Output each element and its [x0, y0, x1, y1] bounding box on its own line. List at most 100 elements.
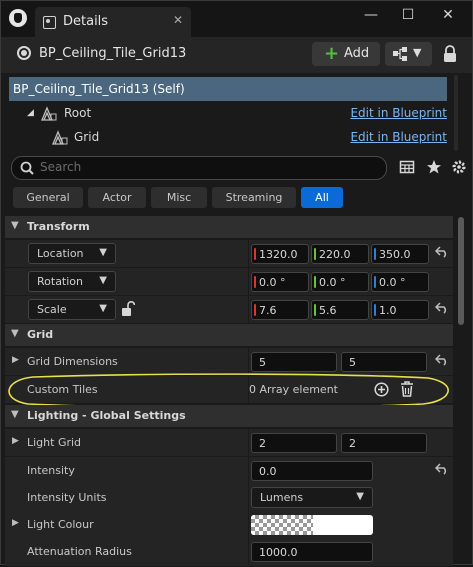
expand-arrow-icon[interactable]: ▶ — [12, 518, 19, 528]
column-divider — [248, 429, 249, 456]
column-divider — [248, 484, 249, 511]
collapse-arrow-icon[interactable]: ◢ — [27, 108, 34, 118]
favorites-star-icon[interactable] — [426, 159, 442, 175]
property-label: Light Grid — [27, 436, 82, 449]
grid-dimensions-x-value: 5 — [259, 356, 266, 369]
category-transform[interactable]: ▼ Transform — [5, 216, 453, 238]
location-x-field[interactable]: 1320.0 — [251, 244, 309, 264]
filter-tab-all[interactable]: All — [301, 187, 343, 208]
axis-x-marker — [254, 304, 256, 316]
scale-mode-dropdown[interactable]: Scale ▼ — [28, 299, 116, 320]
location-y-value: 220.0 — [319, 248, 351, 261]
filter-tab-actor[interactable]: Actor — [88, 187, 146, 208]
rotation-x-field[interactable]: 0.0 ° — [251, 272, 309, 292]
category-title: Transform — [27, 220, 90, 233]
intensity-field[interactable]: 0.0 — [251, 461, 373, 481]
rotation-z-field[interactable]: 0.0 ° — [371, 272, 429, 292]
light-grid-y-field[interactable]: 2 — [341, 433, 427, 453]
attenuation-radius-value: 1000.0 — [259, 546, 298, 559]
property-label: Intensity — [27, 464, 75, 477]
property-label: Grid Dimensions — [27, 355, 118, 368]
column-divider — [248, 511, 249, 538]
property-row-intensity-units: Intensity Units Lumens ▼ — [5, 484, 453, 512]
column-divider — [248, 268, 249, 295]
property-row-attenuation-radius: Attenuation Radius 1000.0 — [5, 538, 453, 567]
maximize-button[interactable]: ☐ — [396, 7, 420, 23]
expand-arrow-icon[interactable]: ▶ — [12, 436, 19, 446]
details-icon — [43, 16, 56, 29]
reset-to-default-icon[interactable] — [435, 246, 449, 258]
location-y-field[interactable]: 220.0 — [311, 244, 369, 264]
search-placeholder: Search — [40, 160, 82, 174]
chevron-down-icon: ▼ — [99, 247, 107, 258]
rotation-mode-dropdown[interactable]: Rotation ▼ — [28, 271, 116, 292]
light-grid-x-field[interactable]: 2 — [251, 433, 337, 453]
column-divider — [248, 348, 249, 375]
filter-tab-misc[interactable]: Misc — [151, 187, 207, 208]
property-row-grid-dimensions: ▶ Grid Dimensions 5 5 — [5, 348, 453, 376]
minimize-button[interactable]: — — [359, 7, 383, 23]
intensity-units-dropdown[interactable]: Lumens ▼ — [251, 487, 373, 508]
filter-tab-streaming[interactable]: Streaming — [212, 187, 296, 208]
grid-dimensions-y-field[interactable]: 5 — [341, 352, 427, 372]
tree-item-self[interactable]: BP_Ceiling_Tile_Grid13 (Self) — [9, 77, 447, 101]
property-row-light-grid: ▶ Light Grid 2 2 — [5, 429, 453, 457]
location-x-value: 1320.0 — [259, 248, 298, 261]
location-mode-dropdown[interactable]: Location ▼ — [28, 243, 116, 264]
property-label: Light Colour — [27, 518, 94, 531]
table-view-icon[interactable] — [399, 159, 415, 175]
blueprint-options-icon — [393, 47, 407, 61]
tree-scrollbar[interactable] — [453, 75, 459, 151]
reset-to-default-icon[interactable] — [435, 354, 449, 366]
light-colour-swatch[interactable] — [251, 515, 373, 535]
edit-in-blueprint-link[interactable]: Edit in Blueprint — [350, 106, 447, 120]
reset-to-default-icon[interactable] — [435, 463, 449, 475]
tree-item-grid[interactable]: Grid Edit in Blueprint — [9, 125, 447, 149]
tree-item-root[interactable]: ◢ Root Edit in Blueprint — [9, 101, 447, 125]
scale-y-field[interactable]: 5.6 — [311, 300, 369, 320]
rotation-z-value: 0.0 ° — [379, 276, 406, 289]
tree-item-root-label: Root — [64, 106, 92, 120]
dropdown-label: Location — [37, 247, 84, 260]
collapse-arrow-icon: ▼ — [11, 409, 19, 420]
chevron-down-icon: ▼ — [356, 491, 364, 502]
scale-x-value: 7.6 — [259, 304, 277, 317]
category-lighting[interactable]: ▼ Lighting - Global Settings — [5, 405, 453, 427]
lock-icon[interactable] — [442, 45, 458, 63]
scrollbar-thumb[interactable] — [458, 217, 464, 325]
property-row-rotation: Rotation ▼ 0.0 ° 0.0 ° 0.0 ° — [5, 268, 453, 296]
close-tab-icon[interactable]: ✕ — [173, 13, 183, 27]
property-label: Attenuation Radius — [27, 545, 132, 558]
add-component-button[interactable]: + Add — [312, 42, 380, 66]
scene-component-icon — [41, 106, 57, 121]
scale-z-field[interactable]: 1.0 — [371, 300, 429, 320]
rotation-y-field[interactable]: 0.0 ° — [311, 272, 369, 292]
blueprint-options-button[interactable]: ▼ — [385, 42, 432, 66]
property-row-intensity: Intensity 0.0 — [5, 457, 453, 485]
edit-in-blueprint-link[interactable]: Edit in Blueprint — [350, 130, 447, 144]
scale-z-value: 1.0 — [379, 304, 397, 317]
close-window-button[interactable]: ✕ — [436, 7, 460, 23]
attenuation-radius-field[interactable]: 1000.0 — [251, 542, 373, 562]
scale-x-field[interactable]: 7.6 — [251, 300, 309, 320]
tab-details[interactable]: Details ✕ — [35, 7, 191, 37]
search-input[interactable]: Search — [11, 156, 387, 180]
settings-gear-icon[interactable] — [451, 159, 467, 175]
rotation-y-value: 0.0 ° — [319, 276, 346, 289]
grid-dimensions-x-field[interactable]: 5 — [251, 352, 337, 372]
scale-y-value: 5.6 — [319, 304, 337, 317]
filter-tab-general[interactable]: General — [13, 187, 83, 208]
column-divider — [248, 538, 249, 565]
collapse-arrow-icon: ▼ — [11, 328, 19, 339]
unlock-icon[interactable] — [121, 301, 135, 317]
category-grid[interactable]: ▼ Grid — [5, 324, 453, 346]
reset-to-default-icon[interactable] — [435, 302, 449, 314]
location-z-field[interactable]: 350.0 — [371, 244, 429, 264]
search-icon — [20, 161, 34, 175]
dropdown-label: Rotation — [37, 275, 84, 288]
location-z-value: 350.0 — [379, 248, 411, 261]
blueprint-actor-icon — [17, 46, 31, 60]
expand-arrow-icon[interactable]: ▶ — [12, 355, 19, 365]
alpha-checker — [251, 515, 313, 535]
component-tree: BP_Ceiling_Tile_Grid13 (Self) ◢ Root Edi… — [9, 75, 447, 151]
